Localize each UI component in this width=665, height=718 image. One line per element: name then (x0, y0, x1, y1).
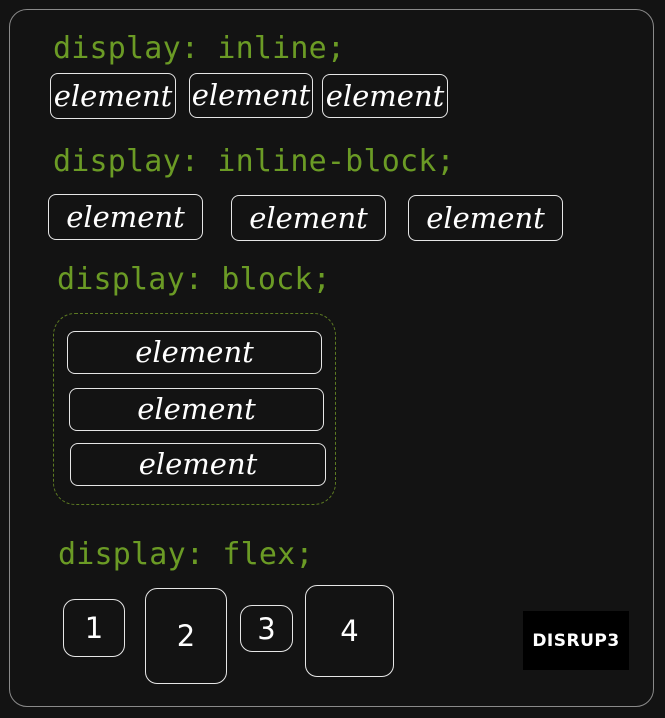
heading-block: display: block; (57, 262, 331, 297)
flex-item-1: 1 (63, 599, 125, 657)
block-element-3: element (70, 443, 326, 486)
inline-block-element-3: element (408, 195, 563, 241)
inline-block-element-2: element (231, 195, 386, 241)
heading-flex: display: flex; (58, 537, 314, 572)
heading-inline: display: inline; (53, 31, 346, 66)
inline-block-element-1: element (48, 194, 203, 240)
heading-inline-block: display: inline-block; (53, 144, 455, 179)
inline-element-3: element (322, 74, 448, 118)
inline-element-1: element (50, 73, 176, 119)
flex-item-2: 2 (145, 588, 227, 684)
block-element-2: element (69, 388, 324, 431)
flex-item-4: 4 (305, 585, 394, 677)
inline-element-2: element (189, 73, 313, 118)
disrup3-logo: DISRUP3 (523, 611, 629, 670)
flex-item-3: 3 (240, 605, 293, 652)
block-element-1: element (67, 331, 322, 374)
